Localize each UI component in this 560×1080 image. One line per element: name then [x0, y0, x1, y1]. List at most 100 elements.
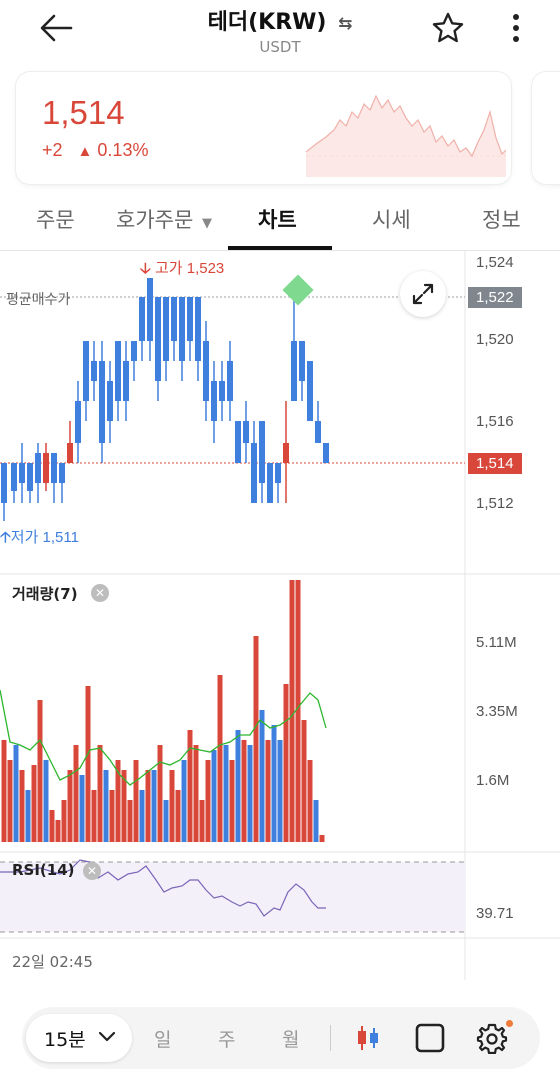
- volume-bar: [109, 790, 115, 842]
- period-day[interactable]: 일: [154, 1025, 171, 1052]
- price-change: +2 ▲ 0.13%: [42, 140, 148, 161]
- volume-bar: [127, 800, 133, 842]
- next-card-peek[interactable]: [532, 72, 560, 184]
- volume-bar: [19, 770, 25, 842]
- period-month[interactable]: 월: [282, 1025, 299, 1052]
- volume-bar: [85, 686, 91, 842]
- price-card[interactable]: 1,514 +2 ▲ 0.13%: [16, 72, 511, 184]
- low-price-text: 저가 1,511: [10, 529, 79, 546]
- avg-buy-price-label: 평균매수가: [6, 292, 71, 308]
- volume-bar: [31, 765, 37, 842]
- up-triangle-icon: ▲: [77, 143, 93, 160]
- more-vertical-icon: [513, 14, 519, 42]
- notification-dot: [506, 1020, 513, 1027]
- close-volume-button[interactable]: ✕: [91, 584, 109, 602]
- drawing-tool-button[interactable]: [408, 1016, 452, 1060]
- volume-bar: [1, 740, 7, 842]
- volume-bar: [217, 675, 223, 842]
- volume-bar: [265, 740, 271, 842]
- period-week[interactable]: 주: [218, 1025, 235, 1052]
- volume-bar: [133, 760, 139, 842]
- tab-info[interactable]: 정보: [482, 204, 521, 234]
- volume-bar: [157, 745, 163, 842]
- volume-bar: [67, 770, 73, 842]
- candle-body: [195, 297, 201, 361]
- favorite-button[interactable]: [426, 6, 470, 50]
- gear-icon: [476, 1023, 508, 1054]
- chart-settings-button[interactable]: [470, 1016, 514, 1060]
- volume-bar: [229, 760, 235, 842]
- candle-body: [107, 381, 113, 421]
- volume-bar: [7, 760, 13, 842]
- volume-bar: [187, 730, 193, 842]
- coin-name: 테더(KRW): [207, 10, 327, 35]
- candle-body: [283, 443, 289, 463]
- volume-bar: [235, 730, 241, 842]
- interval-selector[interactable]: 15분: [26, 1014, 132, 1062]
- volume-bar: [139, 790, 145, 842]
- price-tick: 1,512: [476, 495, 514, 512]
- candle-body: [171, 297, 177, 341]
- candle-body: [51, 453, 57, 483]
- volume-bar: [37, 700, 43, 842]
- candle-body: [11, 463, 17, 491]
- candle-body: [139, 297, 145, 341]
- star-icon: [432, 12, 464, 43]
- volume-label: 거래량(7): [12, 585, 78, 603]
- candle-body: [315, 421, 321, 443]
- change-percent: 0.13%: [97, 140, 149, 160]
- candle-body: [83, 341, 89, 401]
- candle-type-button[interactable]: [346, 1016, 390, 1060]
- mini-sparkline: [306, 94, 506, 177]
- tab-limit-order[interactable]: 호가주문 ▼: [116, 204, 212, 234]
- fullscreen-button[interactable]: [400, 271, 446, 317]
- candle-body: [123, 361, 129, 401]
- current-price-tag: 1,514: [468, 453, 522, 474]
- candle-body: [307, 361, 313, 421]
- candle-body: [35, 453, 41, 483]
- tab-order[interactable]: 주문: [36, 204, 75, 234]
- candle-body: [115, 341, 121, 401]
- volume-bar: [103, 770, 109, 842]
- high-price-text: 고가 1,523: [154, 260, 225, 277]
- volume-bar: [79, 775, 85, 842]
- volume-bar: [55, 820, 61, 842]
- candle-body: [163, 297, 169, 361]
- change-amount: +2: [42, 140, 63, 160]
- tab-chart[interactable]: 차트: [258, 204, 297, 234]
- volume-bar: [241, 740, 247, 842]
- volume-bar: [49, 810, 55, 842]
- volume-tick: 1.6M: [476, 772, 510, 789]
- tab-market[interactable]: 시세: [372, 204, 411, 234]
- candle-body: [19, 463, 25, 483]
- candlestick-icon: [358, 1026, 378, 1050]
- candle-body: [43, 453, 49, 483]
- volume-bar: [199, 800, 205, 842]
- volume-bar: [295, 580, 301, 842]
- volume-bar: [151, 770, 157, 842]
- page-title[interactable]: 테더(KRW) ⇆: [0, 4, 560, 36]
- low-price-label: 🡡저가 1,511: [0, 526, 79, 552]
- volume-bar: [163, 800, 169, 842]
- volume-bar: [253, 636, 259, 842]
- candle-body: [267, 463, 273, 503]
- candle-body: [227, 361, 233, 401]
- candle-body: [27, 463, 33, 491]
- more-button[interactable]: [494, 6, 538, 50]
- candle-body: [1, 463, 7, 503]
- toolbar-divider: [330, 1025, 331, 1051]
- candle-body: [131, 341, 137, 361]
- volume-bar: [319, 835, 325, 842]
- candle-body: [147, 278, 153, 341]
- volume-bar: [301, 720, 307, 842]
- volume-bar: [193, 745, 199, 842]
- avg-buy-price-tag: 1,522: [468, 287, 522, 308]
- volume-bar: [277, 740, 283, 842]
- volume-bar: [97, 745, 103, 842]
- candle-body: [323, 443, 329, 463]
- close-rsi-button[interactable]: ✕: [83, 862, 101, 880]
- volume-bar: [181, 760, 187, 842]
- volume-bar: [307, 760, 313, 842]
- volume-bar: [283, 684, 289, 842]
- candle-body: [155, 297, 161, 381]
